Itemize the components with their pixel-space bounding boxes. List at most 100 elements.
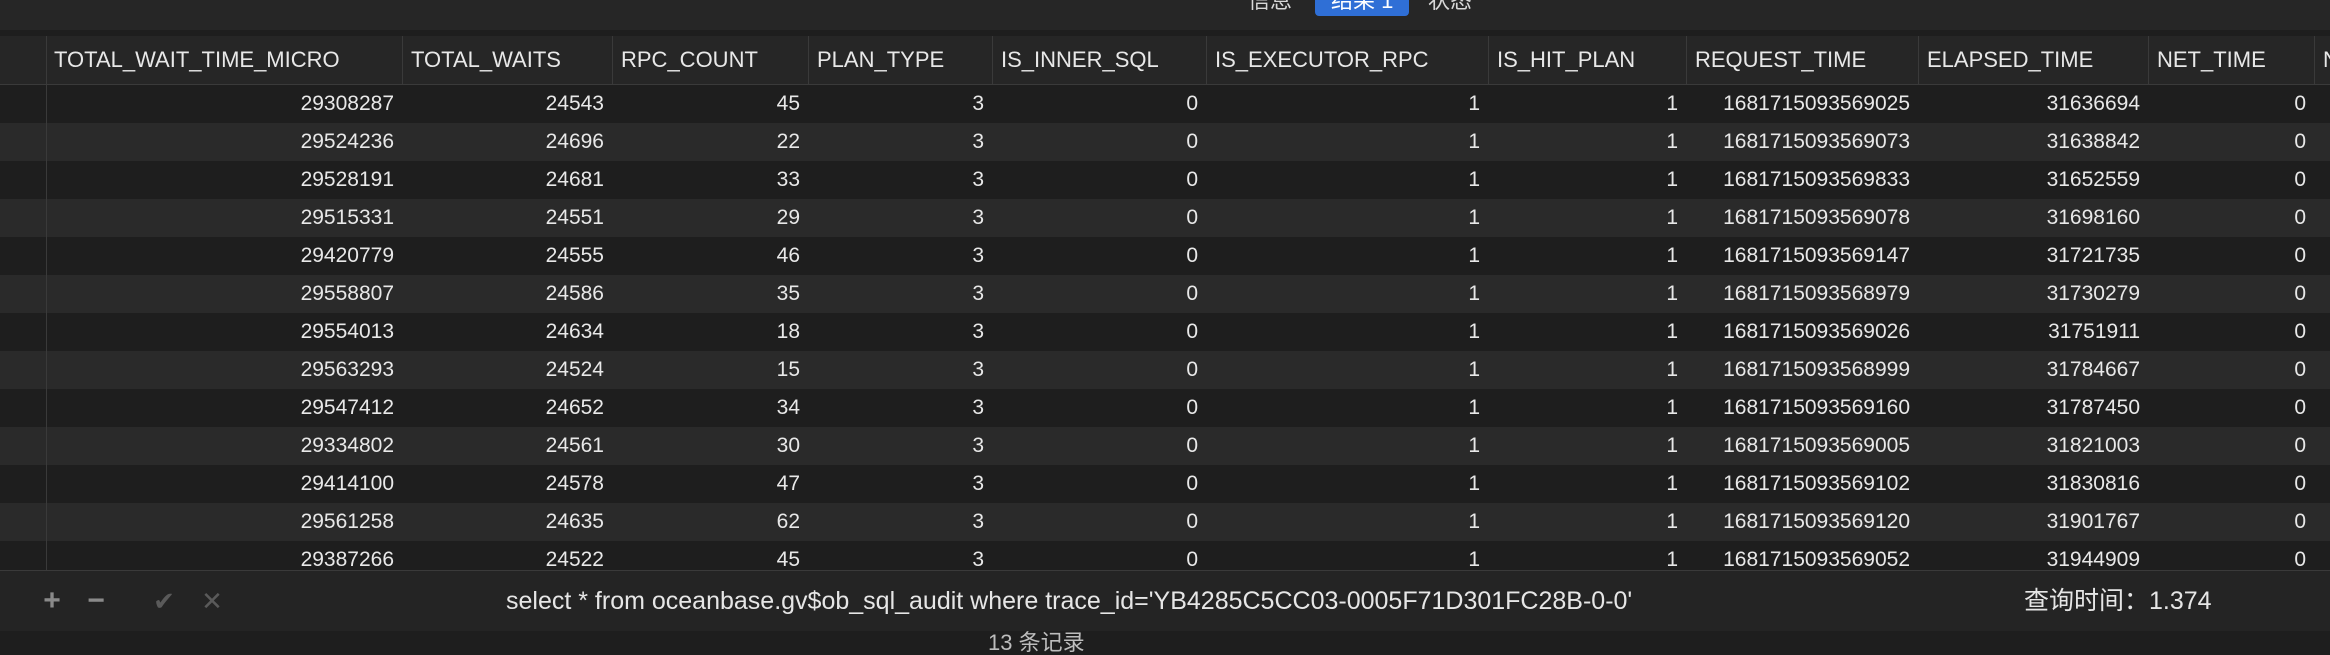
table-cell[interactable]: 15 xyxy=(612,351,808,389)
table-cell[interactable]: 47 xyxy=(612,465,808,503)
table-cell[interactable]: 3 xyxy=(808,199,992,237)
table-cell[interactable]: 24586 xyxy=(402,275,612,313)
table-cell[interactable]: 1 xyxy=(1206,237,1488,275)
table-row[interactable]: 29334802 24561 30 3 0 1 1 1681715093569005 31821… xyxy=(0,427,2330,465)
table-cell[interactable]: 1 xyxy=(1206,313,1488,351)
table-cell[interactable]: 0 xyxy=(992,85,1206,123)
table-cell[interactable]: 0 xyxy=(992,237,1206,275)
table-cell[interactable]: 31830816 xyxy=(1918,465,2148,503)
table-cell[interactable]: 1 xyxy=(1206,351,1488,389)
table-cell[interactable]: 29414100 xyxy=(46,465,402,503)
column-header-c10[interactable]: NET_TIME xyxy=(2148,36,2314,84)
table-cell[interactable]: 29387266 xyxy=(46,541,402,570)
table-cell[interactable]: 3 xyxy=(808,389,992,427)
table-cell[interactable]: 24522 xyxy=(402,541,612,570)
add-row-icon[interactable]: + xyxy=(36,585,68,617)
table-cell[interactable]: 1 xyxy=(1206,541,1488,570)
table-cell[interactable]: 1 xyxy=(1488,161,1686,199)
table-cell[interactable]: 1 xyxy=(1206,427,1488,465)
table-cell[interactable]: 1 xyxy=(1488,275,1686,313)
table-cell[interactable] xyxy=(2314,465,2330,503)
table-cell[interactable]: 1 xyxy=(1206,503,1488,541)
table-cell[interactable]: 31638842 xyxy=(1918,123,2148,161)
table-row[interactable]: 29420779 24555 46 3 0 1 1 1681715093569147 31721… xyxy=(0,237,2330,275)
table-cell[interactable]: 0 xyxy=(2148,123,2314,161)
table-row[interactable]: 29308287 24543 45 3 0 1 1 1681715093569025 31636… xyxy=(0,85,2330,123)
table-cell[interactable]: 29558807 xyxy=(46,275,402,313)
table-cell[interactable]: 24652 xyxy=(402,389,612,427)
table-cell[interactable]: 31944909 xyxy=(1918,541,2148,570)
table-cell[interactable]: 1681715093569120 xyxy=(1686,503,1918,541)
table-cell[interactable] xyxy=(2314,503,2330,541)
table-cell[interactable] xyxy=(2314,123,2330,161)
table-cell[interactable]: 24696 xyxy=(402,123,612,161)
table-cell[interactable]: 3 xyxy=(808,313,992,351)
tab-status[interactable]: 状态 xyxy=(1428,0,1472,16)
table-cell[interactable]: 0 xyxy=(2148,427,2314,465)
table-cell[interactable]: 62 xyxy=(612,503,808,541)
table-cell[interactable]: 1 xyxy=(1488,351,1686,389)
table-cell[interactable]: 46 xyxy=(612,237,808,275)
table-cell[interactable]: 24561 xyxy=(402,427,612,465)
table-cell[interactable]: 18 xyxy=(612,313,808,351)
table-cell[interactable]: 0 xyxy=(2148,351,2314,389)
table-row[interactable]: 29387266 24522 45 3 0 1 1 1681715093569052 31944… xyxy=(0,541,2330,570)
table-cell[interactable]: 1 xyxy=(1206,389,1488,427)
table-cell[interactable]: 31787450 xyxy=(1918,389,2148,427)
table-cell[interactable]: 0 xyxy=(2148,275,2314,313)
column-header-c8[interactable]: REQUEST_TIME xyxy=(1686,36,1918,84)
table-row[interactable]: 29563293 24524 15 3 0 1 1 1681715093568999 31784… xyxy=(0,351,2330,389)
table-cell[interactable]: 31730279 xyxy=(1918,275,2148,313)
table-cell[interactable]: 0 xyxy=(992,351,1206,389)
column-header-c5[interactable]: IS_INNER_SQL xyxy=(992,36,1206,84)
column-header-c3[interactable]: RPC_COUNT xyxy=(612,36,808,84)
table-cell[interactable] xyxy=(2314,389,2330,427)
table-cell[interactable]: 1 xyxy=(1488,237,1686,275)
table-cell[interactable] xyxy=(2314,541,2330,570)
table-row[interactable]: 29414100 24578 47 3 0 1 1 1681715093569102 31830… xyxy=(0,465,2330,503)
column-header-c6[interactable]: IS_EXECUTOR_RPC xyxy=(1206,36,1488,84)
table-cell[interactable]: 1 xyxy=(1488,313,1686,351)
table-cell[interactable]: 24524 xyxy=(402,351,612,389)
column-header-c1[interactable]: TOTAL_WAIT_TIME_MICRO xyxy=(46,36,402,84)
table-cell[interactable]: 1681715093569147 xyxy=(1686,237,1918,275)
table-cell[interactable]: 3 xyxy=(808,85,992,123)
column-header-c9[interactable]: ELAPSED_TIME xyxy=(1918,36,2148,84)
table-cell[interactable]: 24578 xyxy=(402,465,612,503)
tab-result-1[interactable]: 结果 1 xyxy=(1315,0,1410,16)
table-cell[interactable]: 3 xyxy=(808,427,992,465)
table-row[interactable]: 29558807 24586 35 3 0 1 1 1681715093568979 31730… xyxy=(0,275,2330,313)
table-cell[interactable]: 0 xyxy=(992,503,1206,541)
table-cell[interactable]: 0 xyxy=(992,123,1206,161)
table-cell[interactable]: 0 xyxy=(2148,503,2314,541)
table-cell[interactable]: 0 xyxy=(992,389,1206,427)
table-cell[interactable]: 29 xyxy=(612,199,808,237)
table-cell[interactable]: 1681715093569102 xyxy=(1686,465,1918,503)
table-cell[interactable]: 1 xyxy=(1206,199,1488,237)
table-cell[interactable]: 29524236 xyxy=(46,123,402,161)
table-cell[interactable]: 31652559 xyxy=(1918,161,2148,199)
table-cell[interactable]: 3 xyxy=(808,541,992,570)
table-cell[interactable]: 0 xyxy=(2148,161,2314,199)
table-cell[interactable]: 1681715093569025 xyxy=(1686,85,1918,123)
table-cell[interactable]: 1 xyxy=(1488,503,1686,541)
table-cell[interactable] xyxy=(2314,427,2330,465)
table-cell[interactable]: 29515331 xyxy=(46,199,402,237)
table-cell[interactable]: 31784667 xyxy=(1918,351,2148,389)
table-cell[interactable]: 0 xyxy=(992,199,1206,237)
table-cell[interactable]: 3 xyxy=(808,237,992,275)
table-cell[interactable] xyxy=(2314,85,2330,123)
table-cell[interactable]: 0 xyxy=(2148,313,2314,351)
table-row[interactable]: 29515331 24551 29 3 0 1 1 1681715093569078 31698… xyxy=(0,199,2330,237)
table-cell[interactable]: 0 xyxy=(2148,85,2314,123)
table-cell[interactable]: 29528191 xyxy=(46,161,402,199)
column-header-c7[interactable]: IS_HIT_PLAN xyxy=(1488,36,1686,84)
table-cell[interactable]: 1681715093568979 xyxy=(1686,275,1918,313)
table-cell[interactable]: 45 xyxy=(612,541,808,570)
table-cell[interactable]: 1 xyxy=(1206,85,1488,123)
result-grid[interactable]: TOTAL_WAIT_TIME_MICRO TOTAL_WAITS RPC_COUN… xyxy=(0,36,2330,570)
table-cell[interactable]: 31636694 xyxy=(1918,85,2148,123)
table-cell[interactable]: 22 xyxy=(612,123,808,161)
table-cell[interactable]: 1681715093569073 xyxy=(1686,123,1918,161)
column-header-c4[interactable]: PLAN_TYPE xyxy=(808,36,992,84)
